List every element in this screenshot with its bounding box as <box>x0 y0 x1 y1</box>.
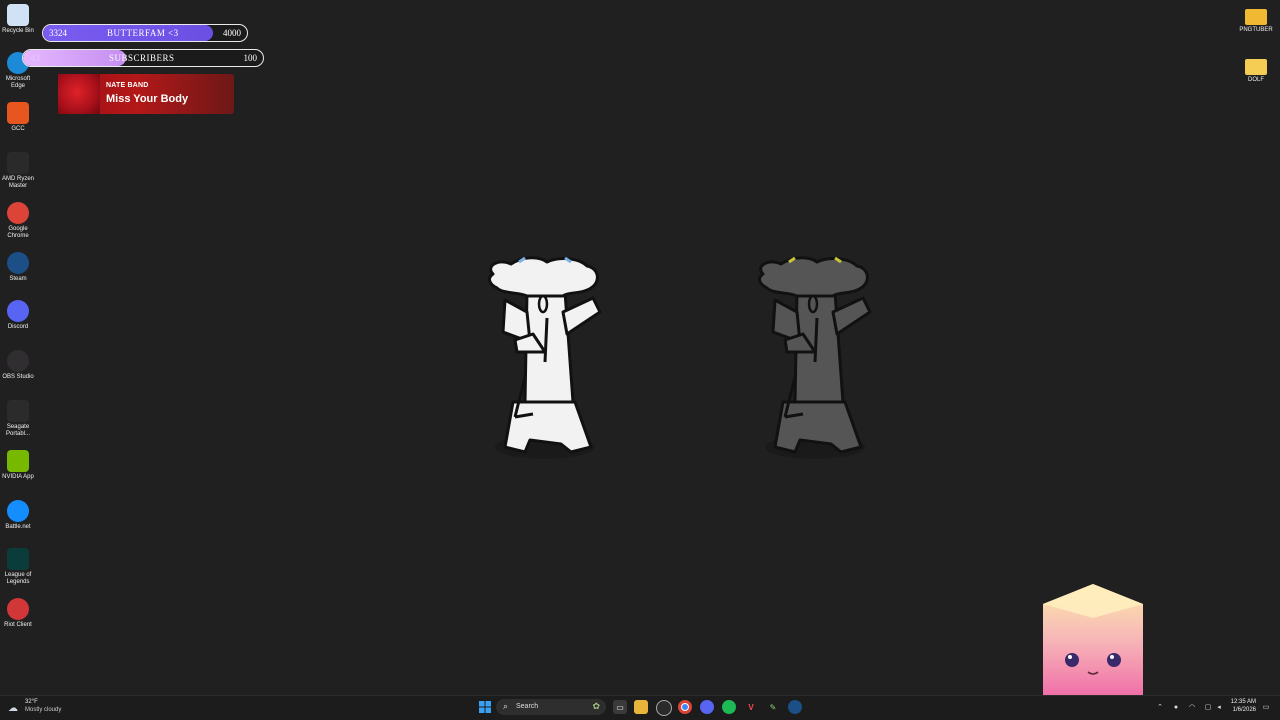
character-dark <box>758 256 872 459</box>
desktop-icon-label: GCC <box>11 126 25 132</box>
tray-chevron-up-icon[interactable]: ⌃ <box>1156 703 1164 711</box>
subscriber-goal-bar: 43 SUBSCRIBERS 100 <box>22 49 264 67</box>
desktop-icon-label: Riot Client <box>4 622 32 628</box>
desktop-icon-label: Recycle Bin <box>2 28 34 34</box>
discord-icon <box>7 300 29 322</box>
now-playing-title: Miss Your Body <box>106 93 189 105</box>
weather-condition: Mostly cloudy <box>25 707 62 713</box>
search-icon: ⌕ <box>503 701 509 711</box>
volume-icon[interactable]: ◂ <box>1215 703 1223 711</box>
desktop-icon-obs-studio[interactable]: OBS Studio <box>0 350 36 381</box>
steam-icon <box>7 252 29 274</box>
weather-temp: 32°F <box>25 699 38 705</box>
clock-time: 12:35 AM <box>1230 699 1256 705</box>
desktop-icon-pngtuber-folder[interactable]: PNGTUBER <box>1238 6 1274 34</box>
clock[interactable]: 12:35 AM 1/6/2026 <box>1226 699 1256 713</box>
album-art <box>58 74 100 114</box>
desktop-icon-amd-ryzen-master[interactable]: AMD Ryzen Master <box>0 152 36 190</box>
desktop-icon-gcc[interactable]: GCC <box>0 102 36 133</box>
taskbar: ☁ 32°F Mostly cloudy ⌕ Search ✿ ▭ V ✎ ⌃ … <box>0 695 1280 720</box>
nvidia-icon <box>7 450 29 472</box>
chrome-icon[interactable] <box>678 700 692 714</box>
obs-icon[interactable] <box>656 700 672 716</box>
wifi-icon[interactable]: ◠ <box>1188 703 1196 711</box>
desktop-icon-google-chrome[interactable]: Google Chrome <box>0 202 36 240</box>
desktop-icon-label: Discord <box>7 324 29 330</box>
follower-goal-target: 4000 <box>223 28 241 38</box>
desktop-icon-label: AMD Ryzen Master <box>1 176 34 189</box>
follower-goal-current: 3324 <box>49 28 67 38</box>
character-white <box>488 256 602 459</box>
folder-icon <box>1245 59 1267 75</box>
notification-icon[interactable]: ▭ <box>1262 703 1270 711</box>
folder-icon <box>1245 9 1267 25</box>
desktop-icon-label: Battle.net <box>5 524 31 530</box>
file-explorer-icon[interactable] <box>634 700 648 714</box>
weather-cloud-icon: ☁ <box>8 703 18 714</box>
desktop-icon-steam[interactable]: Steam <box>0 252 36 283</box>
weather-widget[interactable]: ☁ 32°F Mostly cloudy <box>8 698 78 718</box>
taskbar-search[interactable]: ⌕ Search ✿ <box>496 699 606 715</box>
desktop-icon-discord[interactable]: Discord <box>0 300 36 331</box>
desktop-icon-nvidia-app[interactable]: NVIDIA App <box>0 450 36 481</box>
gcc-icon <box>7 102 29 124</box>
drive-icon <box>7 400 29 422</box>
now-playing-widget: NATE BAND Miss Your Body <box>58 74 234 114</box>
now-playing-artist: NATE BAND <box>106 82 149 89</box>
obs-icon <box>7 350 29 372</box>
ryzen-master-icon <box>7 152 29 174</box>
desktop-icon-label: NVIDIA App <box>2 474 34 480</box>
desktop-icon-label: PNGTUBER <box>1239 27 1273 33</box>
desktop-icon-recycle-bin[interactable]: Recycle Bin <box>0 4 36 35</box>
desktop-icon-dolf-folder[interactable]: DOLF <box>1238 56 1274 84</box>
tray-app-icon[interactable]: ● <box>1172 703 1180 711</box>
butter-mascot <box>1043 584 1143 696</box>
follower-goal-bar: 3324 BUTTERFAM <3 4000 <box>42 24 248 42</box>
subscriber-goal-target: 100 <box>243 53 258 63</box>
search-placeholder: Search <box>516 703 539 710</box>
desktop-icon-label: OBS Studio <box>2 374 34 380</box>
desktop-icon-label: Google Chrome <box>7 226 29 239</box>
valorant-icon[interactable]: V <box>744 700 758 714</box>
subscriber-goal-current: 43 <box>31 53 40 63</box>
display-icon[interactable]: ▢ <box>1204 703 1212 711</box>
discord-icon[interactable] <box>700 700 714 714</box>
clock-date: 1/6/2026 <box>1232 707 1256 713</box>
battlenet-icon <box>7 500 29 522</box>
desktop-icon-battle-net[interactable]: Battle.net <box>0 500 36 531</box>
recycle-bin-icon <box>7 4 29 26</box>
desktop-icon-label: DOLF <box>1247 77 1264 83</box>
chrome-icon <box>7 202 29 224</box>
desktop: Recycle Bin Microsoft Edge GCC AMD Ryzen Ma… <box>0 0 1280 720</box>
desktop-icon-label: Seagate Portabl... <box>5 424 30 437</box>
desktop-icon-riot-client[interactable]: Riot Client <box>0 598 36 629</box>
pen-app-icon[interactable]: ✎ <box>766 700 780 714</box>
riot-icon <box>7 598 29 620</box>
spotify-icon[interactable] <box>722 700 736 714</box>
desktop-icon-seagate-portable[interactable]: Seagate Portabl... <box>0 400 36 438</box>
steam-icon[interactable] <box>788 700 802 714</box>
subscriber-goal-label: SUBSCRIBERS <box>109 53 175 63</box>
start-icon[interactable] <box>478 700 492 714</box>
task-view-icon[interactable]: ▭ <box>613 700 627 714</box>
league-icon <box>7 548 29 570</box>
desktop-icon-label: League of Legends <box>4 572 32 585</box>
desktop-icon-label: Steam <box>9 276 27 282</box>
follower-goal-label: BUTTERFAM <3 <box>107 28 179 38</box>
desktop-icon-league-of-legends[interactable]: League of Legends <box>0 548 36 586</box>
desktop-icon-label: Microsoft Edge <box>5 76 31 89</box>
search-highlight-icon: ✿ <box>592 701 600 711</box>
